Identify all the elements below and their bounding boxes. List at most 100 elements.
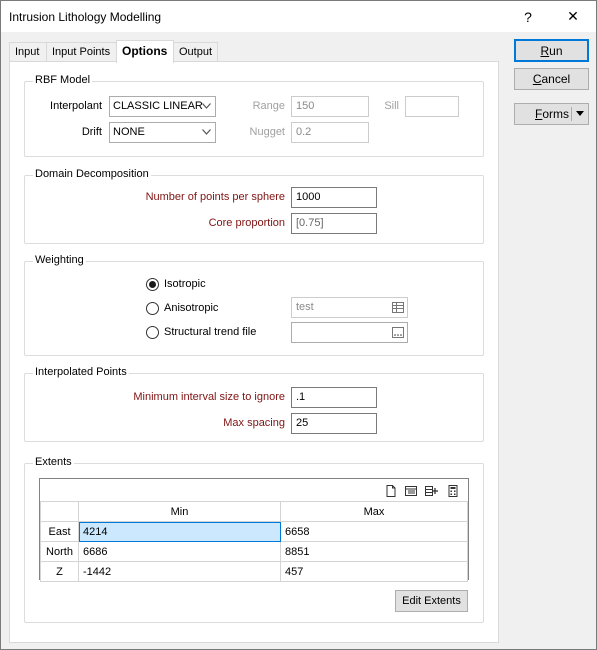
chevron-down-icon [202,103,211,109]
row-header: East [40,521,79,542]
group-title: Weighting [33,254,86,266]
tab-label: Input Points [52,46,111,58]
range-value: 150 [296,100,315,112]
table-row: East 4214 6658 [40,521,468,542]
tab-input-points[interactable]: Input Points [46,42,117,62]
nugget-input[interactable]: 0.2 [291,122,369,143]
group-title: Domain Decomposition [33,168,151,180]
table-browse-icon[interactable] [392,302,404,313]
table-header-row: Min Max [40,501,468,522]
interpolant-label: Interpolant [50,100,102,112]
max-spacing-value: 25 [296,417,309,429]
help-icon: ? [524,8,532,25]
table-row: Z -1442 457 [40,561,468,582]
interpolant-select[interactable]: CLASSIC LINEAR [109,96,216,117]
max-spacing-label: Max spacing [223,417,285,429]
core-proportion-placeholder: [0.75] [296,217,324,229]
east-max-cell[interactable]: 6658 [280,521,468,542]
drift-select[interactable]: NONE [109,122,216,143]
corner-header [40,501,79,522]
insert-row-icon[interactable] [424,484,438,498]
column-header-max: Max [280,501,468,522]
forms-label: orms [542,107,570,121]
run-button[interactable]: Run [514,39,589,62]
z-max-cell[interactable]: 457 [280,561,468,582]
extents-grid: Min Max East 4214 6658 North 6686 8851 Z… [39,478,469,582]
extents-group: Extents Min Max East 4214 6658 North 668… [24,456,484,623]
sill-input[interactable] [405,96,459,117]
window-title: Intrusion Lithology Modelling [9,10,162,24]
sill-label: Sill [384,100,399,112]
chevron-down-icon [202,129,211,135]
row-header: North [40,541,79,562]
isotropic-radio[interactable] [146,278,159,291]
cancel-button[interactable]: Cancel [514,68,589,90]
domain-decomposition-group: Domain Decomposition Number of points pe… [24,168,484,244]
tab-label: Options [122,44,168,58]
core-proportion-label: Core proportion [208,217,285,229]
tab-output[interactable]: Output [173,42,218,62]
north-min-cell[interactable]: 6686 [78,541,281,562]
browse-file-icon[interactable] [392,327,404,338]
z-min-cell[interactable]: -1442 [78,561,281,582]
calculator-icon[interactable] [446,484,460,498]
forms-mnemonic: F [535,107,543,121]
range-label: Range [252,100,285,112]
east-min-cell[interactable]: 4214 [78,521,281,542]
radio-dot [149,281,156,288]
tab-label: Input [15,46,40,58]
points-per-sphere-input[interactable]: 1000 [291,187,377,208]
tab-label: Output [179,46,213,58]
close-icon: ✕ [567,8,579,24]
anisotropic-value: test [296,301,314,313]
min-interval-input[interactable]: .1 [291,387,377,408]
cancel-mnemonic: C [532,72,542,86]
max-spacing-input[interactable]: 25 [291,413,377,434]
group-title: Extents [33,456,74,468]
points-per-sphere-label: Number of points per sphere [145,191,285,203]
points-per-sphere-value: 1000 [296,191,321,203]
options-panel: RBF Model Interpolant CLASSIC LINEAR Ran… [9,61,499,643]
run-label: un [549,43,563,58]
tab-input[interactable]: Input [9,42,47,62]
run-mnemonic: R [540,43,550,58]
anisotropic-radio[interactable] [146,302,159,315]
min-interval-label: Minimum interval size to ignore [133,391,285,403]
forms-button[interactable]: Forms [514,103,589,125]
interpolant-value: CLASSIC LINEAR [113,100,203,112]
isotropic-label: Isotropic [164,278,206,290]
dialog-window: Intrusion Lithology Modelling ? ✕ Input … [0,0,597,650]
cancel-label: ancel [541,72,571,86]
group-title: Interpolated Points [33,366,129,378]
min-interval-value: .1 [296,391,306,403]
help-button[interactable]: ? [505,1,551,32]
title-bar: Intrusion Lithology Modelling ? ✕ [1,1,596,32]
rbf-model-group: RBF Model Interpolant CLASSIC LINEAR Ran… [24,74,484,157]
structural-trend-radio[interactable] [146,326,159,339]
nugget-label: Nugget [249,126,285,138]
range-input[interactable]: 150 [291,96,369,117]
north-max-cell[interactable]: 8851 [280,541,468,562]
new-file-icon[interactable] [384,484,398,498]
edit-extents-button[interactable]: Edit Extents [395,590,468,612]
nugget-value: 0.2 [296,126,312,138]
tab-options[interactable]: Options [116,40,174,63]
edit-extents-label: Edit Extents [402,595,461,607]
drift-label: Drift [81,126,102,138]
structural-trend-input[interactable] [291,322,408,343]
chevron-down-icon[interactable] [576,111,584,116]
drift-value: NONE [113,126,145,138]
core-proportion-input[interactable]: [0.75] [291,213,377,234]
interpolated-points-group: Interpolated Points Minimum interval siz… [24,366,484,442]
list-view-icon[interactable] [404,484,418,498]
table-row: North 6686 8851 [40,541,468,562]
column-header-min: Min [78,501,281,522]
structural-trend-label: Structural trend file [164,326,257,338]
anisotropic-label: Anisotropic [164,302,219,314]
extents-table: Min Max East 4214 6658 North 6686 8851 Z… [40,501,468,582]
anisotropic-input[interactable]: test [291,297,408,318]
close-button[interactable]: ✕ [550,1,596,32]
row-header: Z [40,561,79,582]
group-title: RBF Model [33,74,93,86]
weighting-group: Weighting Isotropic Anisotropic test Str… [24,254,484,356]
